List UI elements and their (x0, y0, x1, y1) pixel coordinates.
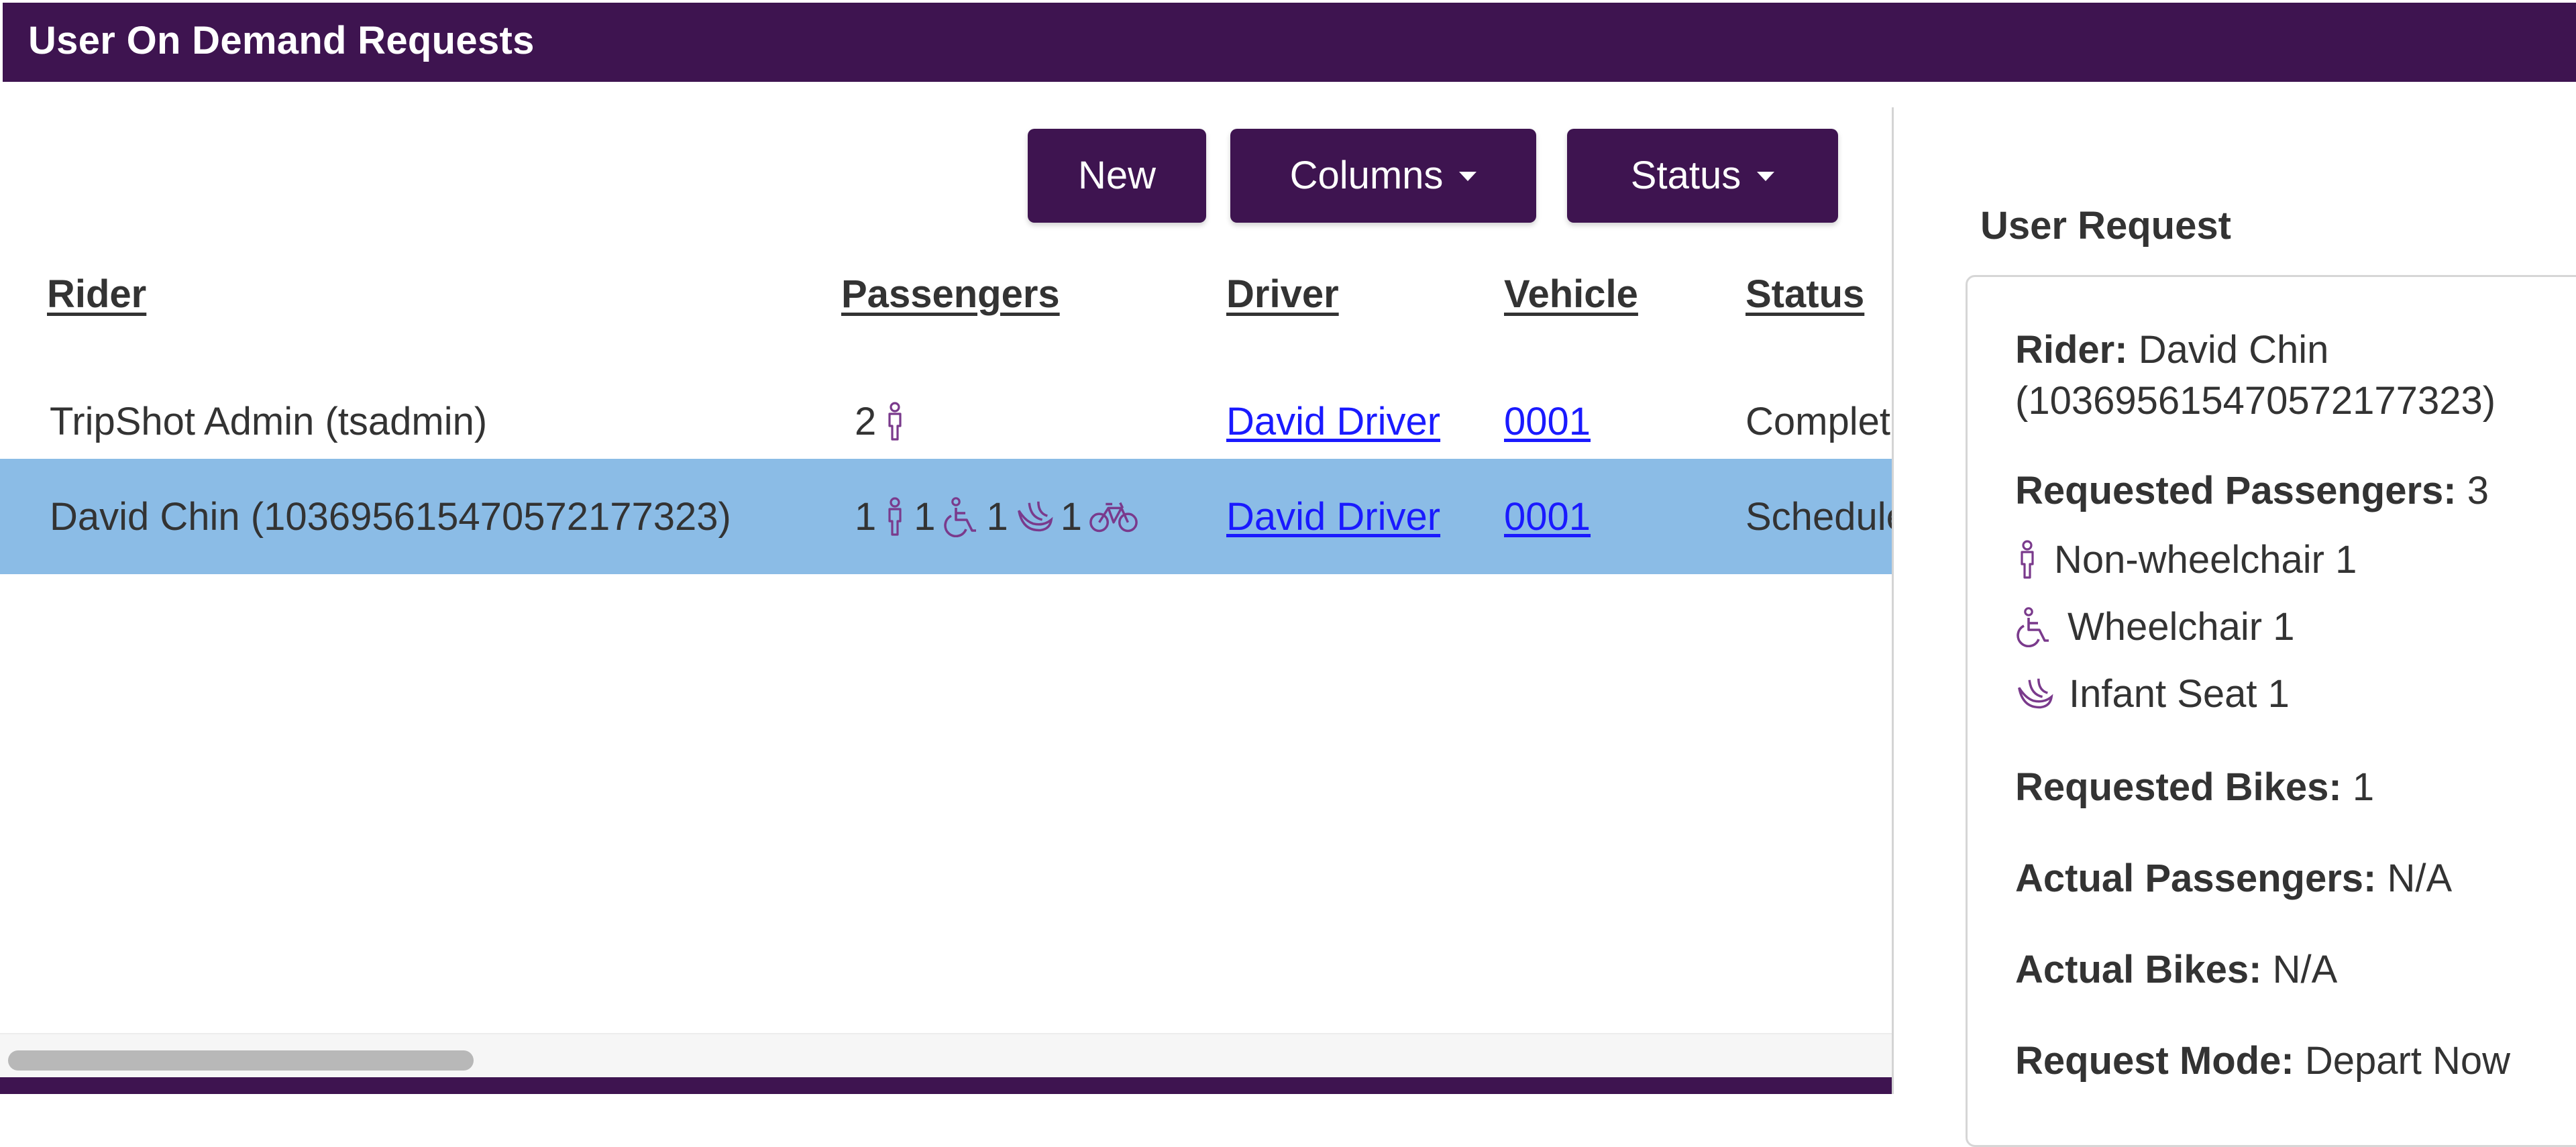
person-icon (888, 402, 902, 441)
column-header-rider[interactable]: Rider (47, 271, 146, 318)
requested-bikes-value: 1 (2352, 765, 2375, 809)
passenger-type-non-wheelchair: Non-wheelchair 1 (2015, 537, 2357, 584)
status-button-label: Status (1630, 154, 1741, 197)
detail-actual-passengers: Actual Passengers: N/A (2015, 853, 2452, 904)
actual-passengers-value: N/A (2387, 857, 2453, 900)
columns-button-label: Columns (1289, 154, 1444, 197)
driver-link[interactable]: David Driver (1226, 494, 1440, 541)
requested-passengers-value: 3 (2467, 469, 2489, 512)
caret-down-icon (1459, 171, 1477, 181)
status-dropdown-button[interactable]: Status (1567, 129, 1838, 223)
column-header-vehicle[interactable]: Vehicle (1504, 271, 1638, 318)
bike-icon (1089, 502, 1138, 533)
request-mode-label: Request Mode: (2015, 1039, 2294, 1083)
rider-cell: David Chin (103695615470572177323) (50, 495, 731, 539)
detail-requested-passengers: Requested Passengers: 3 (2015, 466, 2489, 516)
request-mode-value: Depart Now (2304, 1039, 2511, 1083)
wheelchair-icon (943, 497, 976, 537)
actual-bikes-value: N/A (2272, 948, 2338, 991)
infant-seat-count: 1 (986, 495, 1008, 539)
new-button-label: New (1077, 154, 1157, 197)
wheelchair-count: 1 (914, 495, 936, 539)
detail-rider: Rider: David Chin (2015, 325, 2328, 376)
non-wheelchair-count: 1 (855, 495, 877, 539)
detail-request-mode: Request Mode: Depart Now (2015, 1036, 2510, 1087)
window-title: User On Demand Requests (28, 19, 535, 62)
passenger-type-infant-seat: Infant Seat 1 (2015, 671, 2290, 718)
vehicle-link[interactable]: 0001 (1504, 494, 1591, 541)
rider-name: David Chin (2138, 328, 2329, 372)
new-button[interactable]: New (1028, 129, 1206, 223)
columns-dropdown-button[interactable]: Columns (1230, 129, 1536, 223)
detail-rider-id: (103695615470572177323) (2015, 379, 2496, 423)
horizontal-scrollbar[interactable] (0, 1033, 1892, 1077)
requested-bikes-label: Requested Bikes: (2015, 765, 2342, 809)
passenger-type-label: Infant Seat 1 (2069, 672, 2290, 716)
person-icon (2021, 540, 2034, 579)
non-wheelchair-count: 2 (855, 400, 877, 443)
status-cell: Scheduled (1746, 495, 1892, 539)
requests-list-panel: New Columns Status Rider Passengers Driv… (0, 82, 1892, 1077)
actual-passengers-label: Actual Passengers: (2015, 857, 2377, 900)
bikes-count: 1 (1060, 495, 1083, 539)
passenger-type-label: Wheelchair 1 (2068, 605, 2295, 649)
title-bar: User On Demand Requests (0, 0, 2576, 82)
panel-divider[interactable] (1892, 107, 1894, 1094)
passengers-cell: 2 (855, 398, 914, 445)
table-row-selected[interactable]: David Chin (103695615470572177323) 1 1 1… (0, 459, 1892, 574)
actual-bikes-label: Actual Bikes: (2015, 948, 2262, 991)
rider-label: Rider: (2015, 328, 2128, 372)
status-cell: Completed (1746, 400, 1892, 443)
scrollbar-thumb[interactable] (8, 1050, 474, 1071)
infant-seat-icon (1017, 501, 1053, 532)
requested-passengers-label: Requested Passengers: (2015, 469, 2457, 512)
person-icon (888, 497, 902, 536)
column-header-driver[interactable]: Driver (1226, 271, 1339, 318)
passenger-type-label: Non-wheelchair 1 (2054, 538, 2357, 582)
column-header-passengers[interactable]: Passengers (841, 271, 1060, 318)
bottom-bar (0, 1077, 1892, 1094)
wheelchair-icon (2017, 607, 2049, 647)
rider-cell: TripShot Admin (tsadmin) (50, 400, 488, 443)
vehicle-link[interactable]: 0001 (1504, 398, 1591, 445)
passengers-cell: 1 1 1 1 (855, 494, 1145, 541)
driver-link[interactable]: David Driver (1226, 398, 1440, 445)
infant-seat-icon (2018, 678, 2053, 709)
column-header-status[interactable]: Status (1746, 271, 1864, 318)
passenger-type-wheelchair: Wheelchair 1 (2015, 604, 2294, 651)
detail-heading: User Request (1980, 204, 2231, 248)
caret-down-icon (1757, 171, 1775, 181)
detail-requested-bikes: Requested Bikes: 1 (2015, 762, 2374, 813)
detail-actual-bikes: Actual Bikes: N/A (2015, 944, 2337, 995)
